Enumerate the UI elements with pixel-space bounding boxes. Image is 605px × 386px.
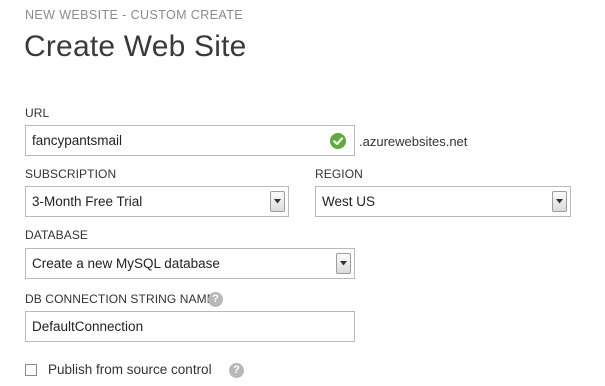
chevron-down-icon — [340, 261, 347, 266]
url-suffix: .azurewebsites.net — [359, 134, 468, 149]
database-dropdown-button[interactable] — [336, 253, 351, 274]
subscription-label: SUBSCRIPTION — [25, 167, 117, 181]
subscription-selected: 3-Month Free Trial — [32, 194, 143, 209]
database-select[interactable]: Create a new MySQL database — [25, 248, 355, 279]
database-selected: Create a new MySQL database — [32, 256, 220, 271]
db-connection-value: DefaultConnection — [32, 319, 144, 334]
publish-label[interactable]: Publish from source control — [48, 362, 212, 377]
subscription-select[interactable]: 3-Month Free Trial — [25, 186, 289, 217]
chevron-down-icon — [274, 199, 281, 204]
region-select[interactable]: West US — [315, 186, 571, 217]
url-input-value: fancypantsmail — [32, 133, 123, 148]
region-label: REGION — [315, 167, 363, 181]
breadcrumb: NEW WEBSITE - CUSTOM CREATE — [25, 8, 243, 22]
chevron-down-icon — [556, 199, 563, 204]
check-circle-icon — [330, 133, 346, 149]
url-input[interactable]: fancypantsmail — [25, 125, 355, 156]
region-selected: West US — [322, 194, 376, 209]
database-label: DATABASE — [25, 228, 89, 242]
region-dropdown-button[interactable] — [552, 191, 567, 212]
subscription-dropdown-button[interactable] — [270, 191, 285, 212]
db-connection-input[interactable]: DefaultConnection — [25, 311, 355, 342]
create-website-dialog: NEW WEBSITE - CUSTOM CREATE Create Web S… — [0, 0, 605, 386]
question-icon[interactable]: ? — [229, 363, 244, 378]
page-title: Create Web Site — [24, 30, 247, 63]
db-connection-label: DB CONNECTION STRING NAME — [25, 292, 215, 306]
url-label: URL — [25, 106, 50, 120]
question-icon[interactable]: ? — [208, 292, 223, 307]
publish-checkbox[interactable] — [25, 364, 37, 376]
